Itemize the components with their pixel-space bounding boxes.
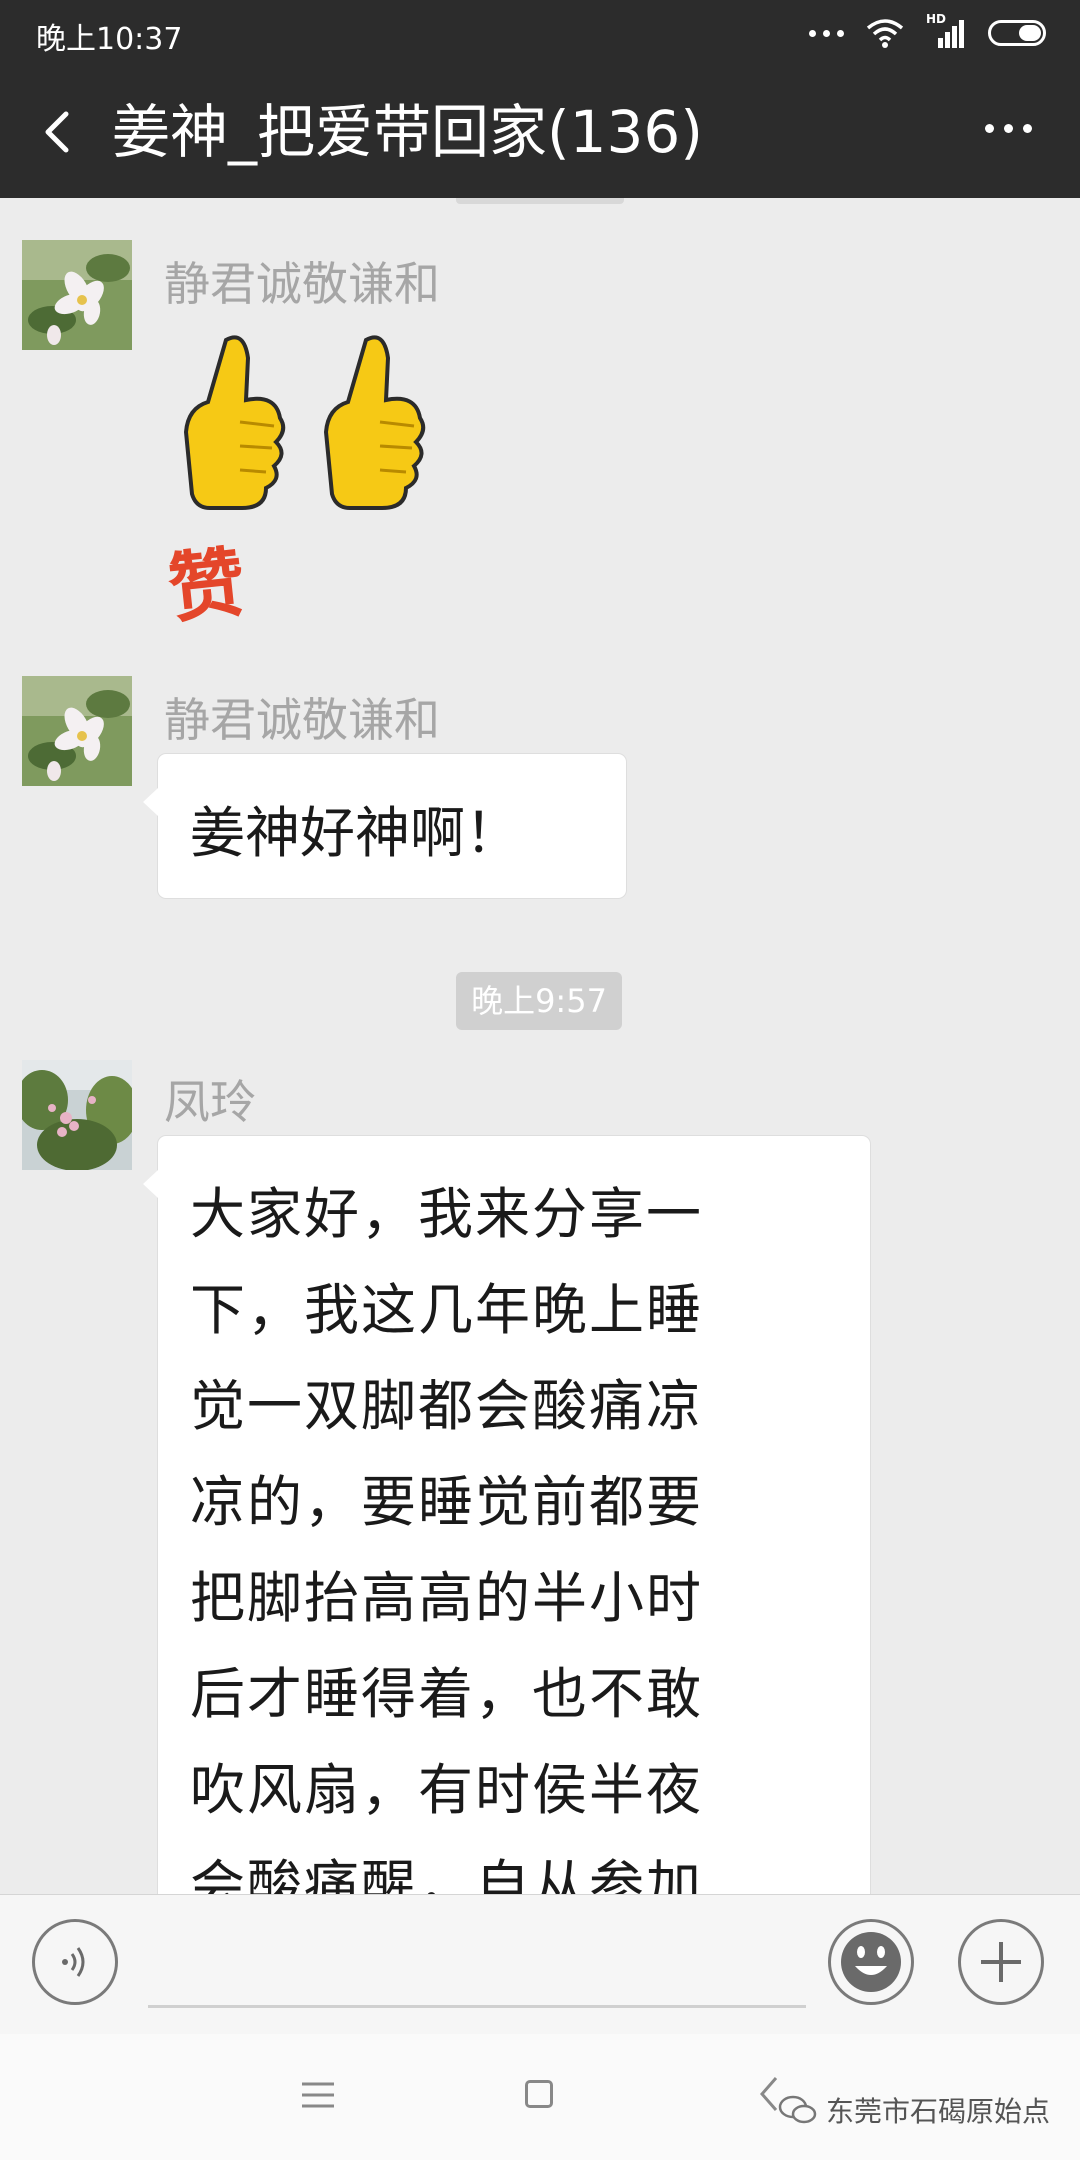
message-line: 凉的，要睡觉前都要 [190, 1470, 704, 1534]
chat-title: 姜神_把爱带回家(136) [112, 98, 703, 166]
plus-icon [981, 1942, 1021, 1982]
message-text: 姜神好神啊！ [190, 801, 521, 865]
message-line: 吹风扇，有时侯半夜 [190, 1758, 704, 1822]
wechat-logo-icon [778, 2095, 817, 2124]
system-nav-bar: 东莞市石碣原始点 [0, 2034, 1080, 2160]
sender-name: 静君诚敬谦和 [164, 693, 440, 747]
message-line: 把脚抬高高的半小时 [190, 1566, 704, 1630]
status-icons: HD [809, 12, 1046, 50]
back-chevron-icon[interactable] [30, 102, 90, 162]
avatar[interactable] [22, 1060, 132, 1170]
wifi-icon [866, 19, 904, 48]
avatar[interactable] [22, 676, 132, 786]
voice-icon [62, 1947, 85, 1977]
sender-name: 静君诚敬谦和 [164, 257, 440, 311]
message-line: 下，我这几年晚上睡 [190, 1278, 704, 1342]
thumbs-up-icon [183, 335, 426, 510]
watermark: 东莞市石碣原始点 [778, 2090, 1050, 2130]
emoji-icon [841, 1932, 901, 1992]
more-dots-icon [809, 29, 844, 37]
message-line: 会酸痛醒，自从参加 [190, 1854, 704, 1894]
home-icon[interactable] [525, 2080, 553, 2108]
chat-header: 姜神_把爱带回家(136) [0, 66, 1080, 198]
battery-icon [988, 20, 1046, 46]
chat-area[interactable]: 静君诚敬谦和 赞 静君诚敬谦和 姜神好神啊！ 晚上9:57 凤玲 大家好，我来分… [0, 198, 1080, 1894]
sticker-text: 赞 [164, 537, 250, 634]
avatar[interactable] [22, 240, 132, 350]
message-bubble[interactable]: 大家好，我来分享一 下，我这几年晚上睡 觉一双脚都会酸痛凉 凉的，要睡觉前都要 … [143, 1136, 870, 1894]
input-bar [0, 1894, 1080, 2035]
message-line: 大家好，我来分享一 [190, 1182, 704, 1246]
partial-timestamp [456, 198, 624, 204]
sender-name: 凤玲 [164, 1075, 256, 1129]
status-time: 晚上10:37 [36, 22, 183, 57]
plus-button[interactable] [958, 1919, 1044, 2005]
message-line: 后才睡得着，也不敢 [190, 1662, 704, 1726]
menu-icon[interactable] [300, 2080, 336, 2110]
more-options-icon[interactable] [985, 124, 1032, 133]
status-bar: 晚上10:37 HD [0, 0, 1080, 66]
voice-button[interactable] [32, 1919, 118, 2005]
signal-icon: HD [926, 12, 966, 50]
emoji-button[interactable] [828, 1919, 914, 2005]
message-bubble[interactable]: 姜神好神啊！ [143, 754, 626, 898]
watermark-text: 东莞市石碣原始点 [826, 2095, 1051, 2128]
message-line: 觉一双脚都会酸痛凉 [190, 1374, 704, 1438]
timestamp-pill: 晚上9:57 [456, 972, 622, 1030]
message-input[interactable] [148, 2005, 806, 2008]
